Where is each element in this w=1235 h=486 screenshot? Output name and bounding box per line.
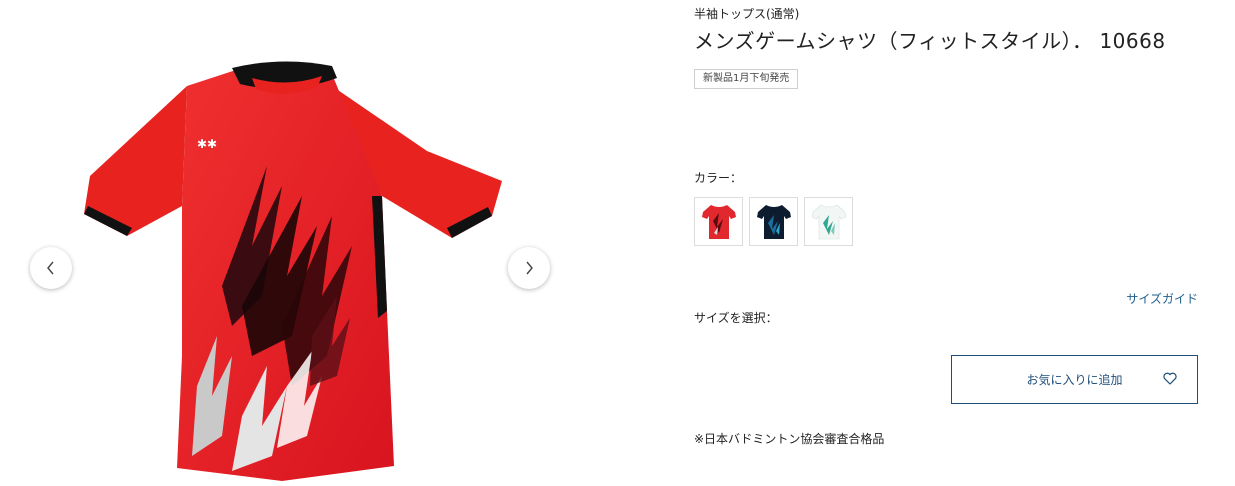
product-image-gallery: ✱✱ [0,0,640,486]
release-badge: 新製品1月下旬発売 [694,69,799,89]
chevron-left-icon [47,261,54,275]
heart-icon [1163,372,1177,385]
previous-image-button[interactable] [30,247,72,289]
size-guide-link[interactable]: サイズガイド [1126,290,1198,307]
product-title: メンズゲームシャツ（フィットスタイル）． 10668 [694,29,1166,53]
product-image: ✱✱ [84,61,502,481]
navy-shirt-thumbnail [756,204,791,239]
add-to-favorites-label: お気に入りに追加 [1026,373,1123,387]
red-shirt-thumbnail [701,204,736,239]
size-label: サイズを選択： [694,311,778,325]
color-swatch-navy[interactable] [749,197,798,246]
product-category: 半袖トップス(通常) [694,7,800,21]
product-info: 半袖トップス(通常) メンズゲームシャツ（フィットスタイル）． 10668 新製… [694,0,1214,486]
color-label: カラー： [694,171,743,185]
chevron-right-icon [526,261,533,275]
color-swatch-red[interactable] [694,197,743,246]
next-image-button[interactable] [508,247,550,289]
add-to-favorites-button[interactable]: お気に入りに追加 [951,355,1198,404]
svg-text:✱✱: ✱✱ [197,137,217,151]
certification-note: ※日本バドミントン協会審査合格品 [694,432,885,446]
white-shirt-thumbnail [811,204,846,239]
color-swatches [694,197,853,246]
color-swatch-white[interactable] [804,197,853,246]
